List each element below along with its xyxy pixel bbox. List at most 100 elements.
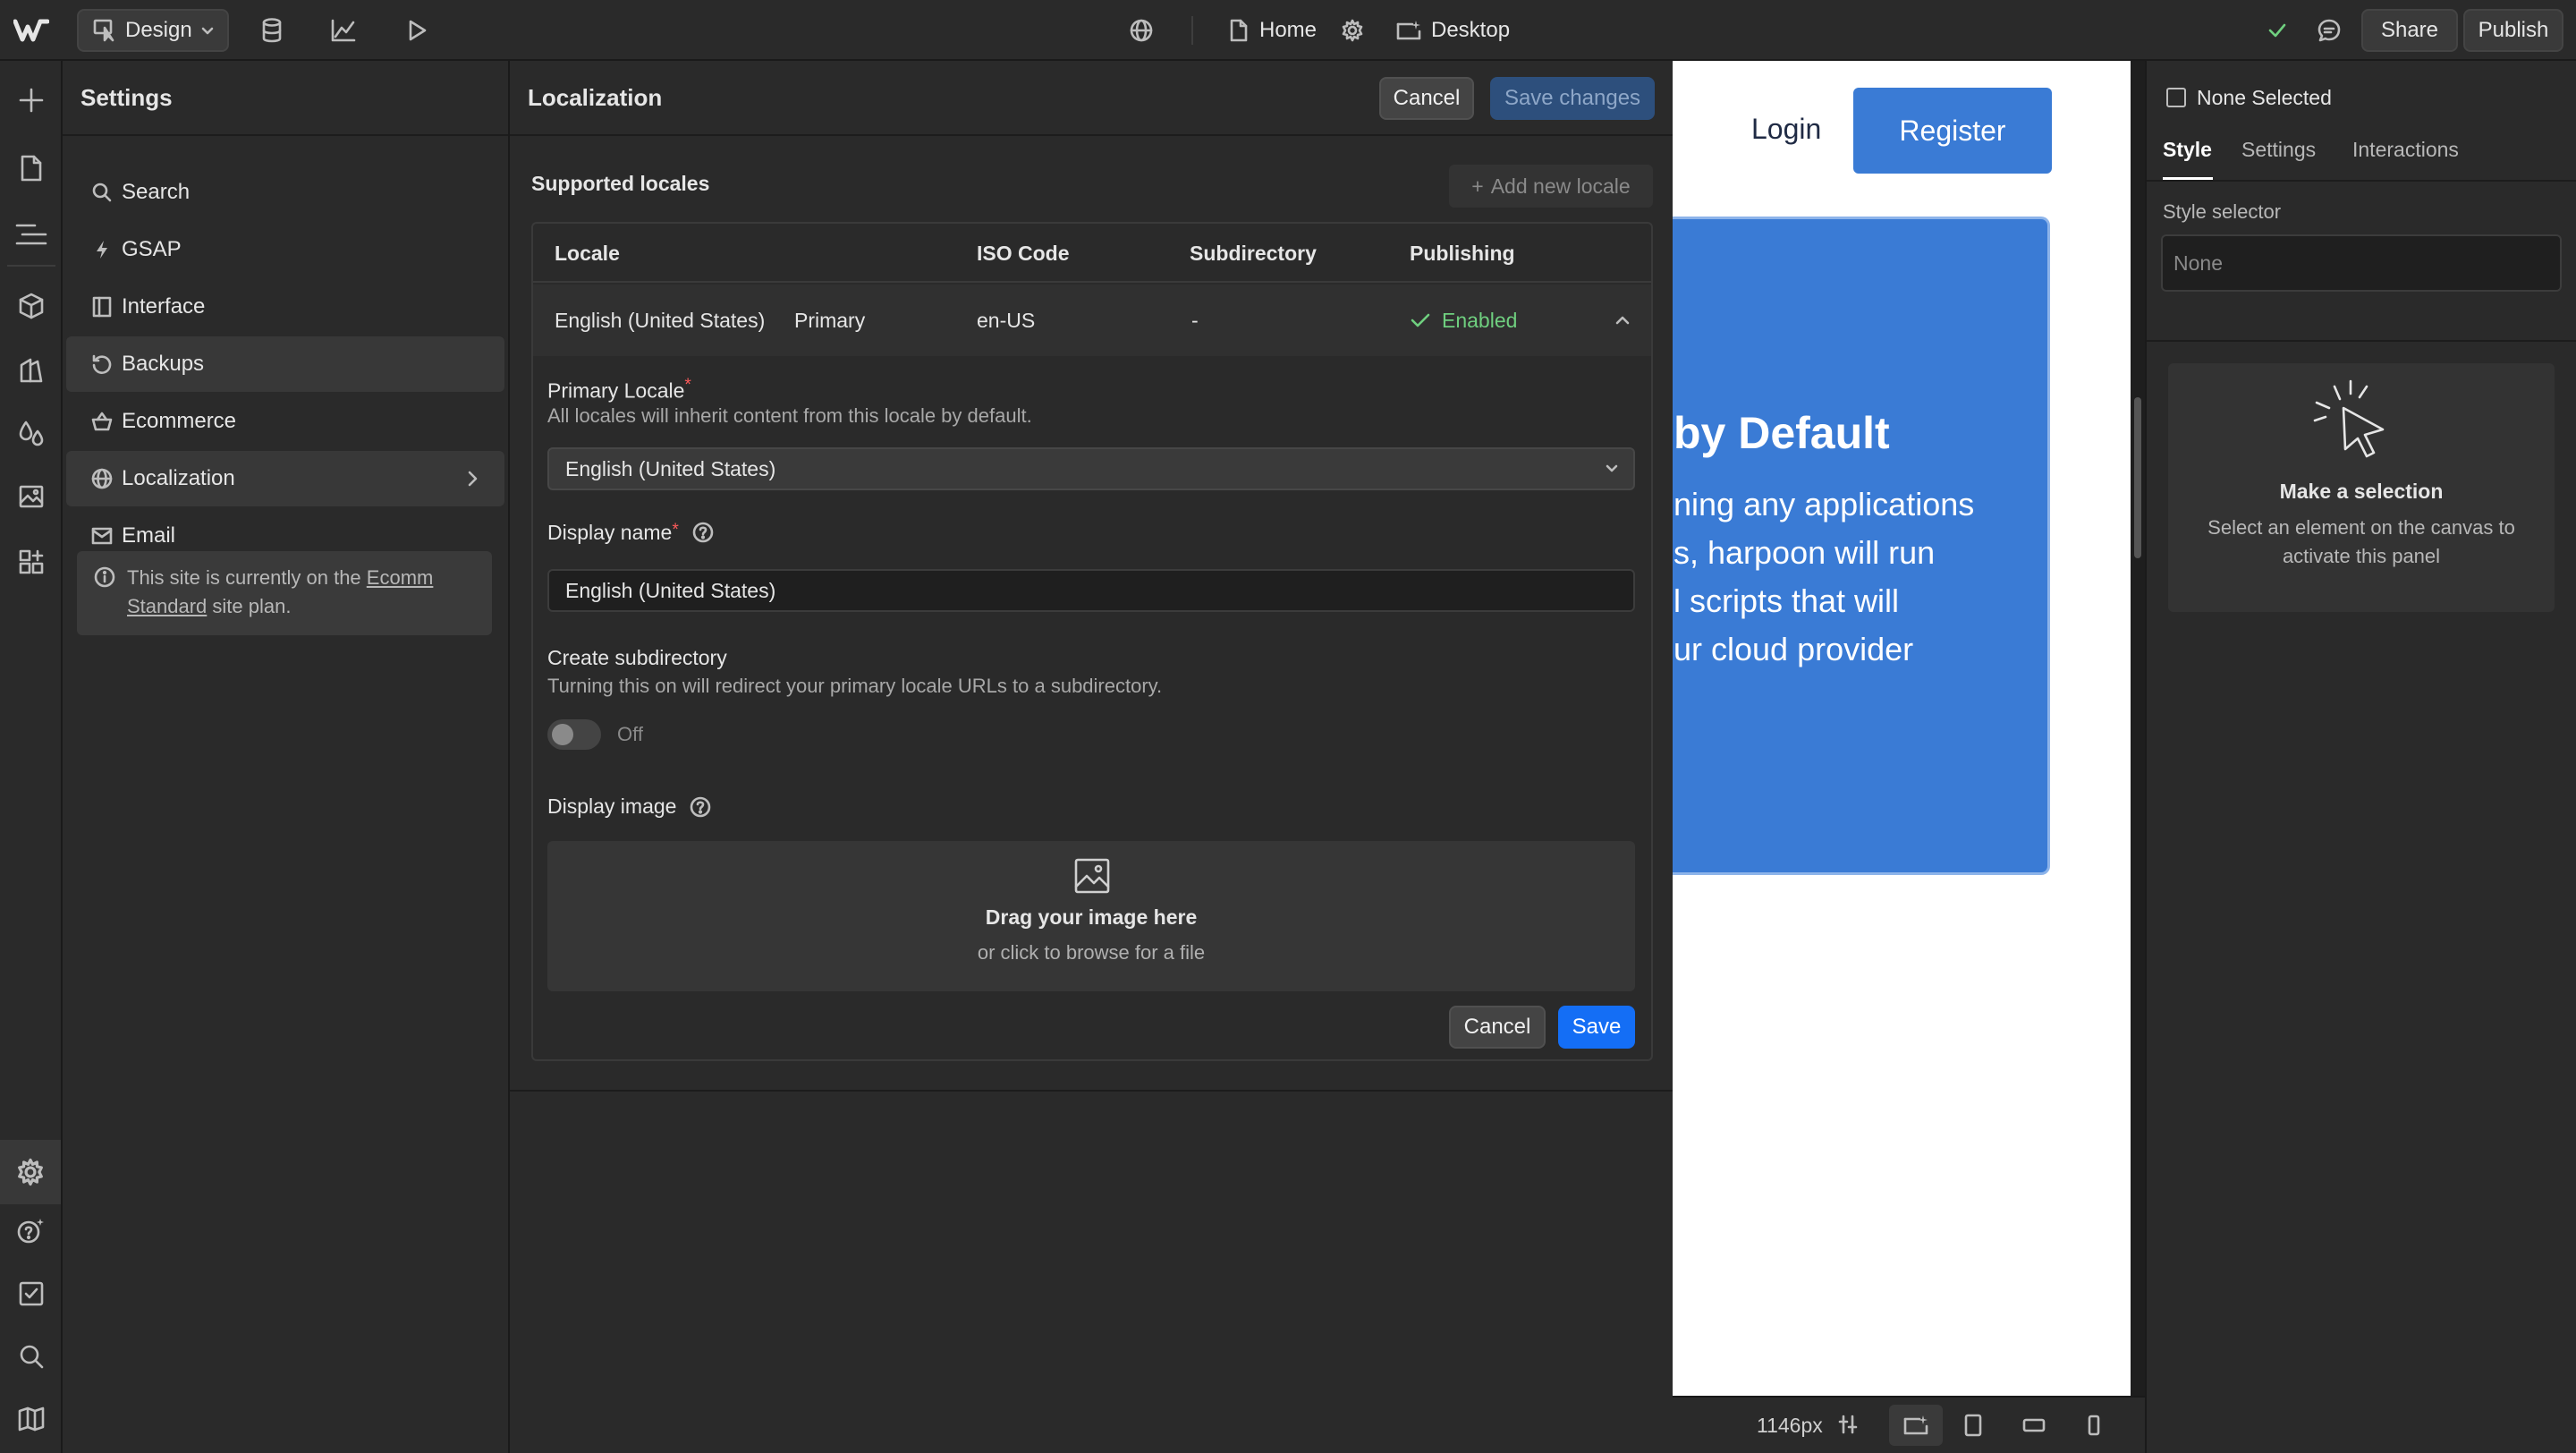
settings-gear-icon[interactable] [0,1140,61,1204]
canvas-body-line: l scripts that will [1674,582,1900,619]
create-subdirectory-label: Create subdirectory [547,646,727,669]
locales-table: Locale ISO Code Subdirectory Publishing … [531,222,1653,1061]
toggle-knob [552,724,573,745]
navigator-icon[interactable] [10,213,53,256]
form-save-button[interactable]: Save [1558,1006,1635,1049]
settings-item-interface[interactable]: Interface [66,279,504,335]
variables-icon[interactable] [10,412,53,455]
tabs-divider [2147,180,2576,182]
globe-icon[interactable] [1123,14,1159,47]
canvas-hero-body: ning any applications s, harpoon will ru… [1674,480,1974,674]
style-selector-input[interactable]: None [2161,234,2562,292]
settings-item-label: Email [122,523,176,548]
mobile-landscape-breakpoint-icon[interactable] [2016,1410,2052,1440]
plan-link-ecomm[interactable]: Ecomm [367,566,434,589]
style-selector-label: Style selector [2163,200,2282,223]
style-selector-divider [2147,340,2576,342]
add-elements-icon[interactable] [10,79,53,122]
help-ai-icon[interactable] [10,1210,53,1253]
styles-icon[interactable] [10,349,53,392]
none-selected-label: None Selected [2197,86,2332,109]
search-icon [84,183,120,202]
breakpoint-selector[interactable]: Desktop [1394,9,1519,52]
style-panel: None Selected Style Settings Interaction… [2145,61,2576,1453]
assets-icon[interactable] [10,474,53,517]
page-settings-gear-icon[interactable] [1336,14,1368,47]
help-icon[interactable] [689,795,712,819]
image-icon [1072,855,1113,896]
column-header-locale: Locale [555,241,620,265]
mobile-portrait-breakpoint-icon[interactable] [2079,1410,2109,1440]
publishing-status: Enabled [1410,285,1517,356]
topbar-divider [1191,16,1193,45]
settings-item-search[interactable]: Search [66,165,504,220]
analytics-icon[interactable] [326,14,361,47]
canvas-login-link[interactable]: Login [1751,113,1821,146]
chevron-down-icon [1603,460,1621,478]
canvas-width-readout: 1146px [1757,1414,1823,1437]
settings-item-localization[interactable]: Localization [66,451,504,506]
required-marker: * [672,521,679,540]
saved-check-icon [2261,14,2293,47]
settings-item-gsap[interactable]: GSAP [66,222,504,277]
database-icon[interactable] [254,14,290,47]
tasks-checklist-icon[interactable] [10,1272,53,1315]
mail-icon [84,527,120,545]
plan-link-standard[interactable]: Standard [127,595,207,617]
form-cancel-button[interactable]: Cancel [1449,1006,1546,1049]
localization-title: Localization [528,84,663,111]
video-tutorials-icon[interactable] [10,1398,53,1440]
publish-button[interactable]: Publish [2463,9,2563,52]
canvas-status-bar: 1146px [1673,1396,2145,1453]
none-selected-checkbox[interactable] [2166,88,2186,107]
primary-locale-select[interactable]: English (United States) [547,447,1635,490]
column-header-iso-code: ISO Code [977,241,1070,265]
tab-interactions[interactable]: Interactions [2352,138,2459,162]
subdirectory-toggle[interactable] [547,719,601,750]
components-icon[interactable] [10,285,53,327]
share-button[interactable]: Share [2361,9,2458,52]
add-new-locale-button[interactable]: + Add new locale [1449,165,1653,208]
design-mode-button[interactable]: Design [77,9,229,52]
iso-code: en-US [977,308,1036,332]
settings-item-label: Search [122,180,191,204]
publishing-status-label: Enabled [1442,308,1518,332]
tab-settings[interactable]: Settings [2241,138,2316,162]
desktop-breakpoint-icon [1394,17,1424,44]
display-name-label-text: Display name [547,521,673,544]
canvas-scrollbar[interactable] [2134,397,2141,558]
page-selector[interactable]: Home [1227,9,1327,52]
primary-locale-label-text: Primary Locale [547,378,685,403]
pages-icon[interactable] [10,147,53,190]
required-marker: * [684,376,691,395]
width-adjust-icon[interactable] [1834,1410,1862,1439]
tablet-breakpoint-icon[interactable] [1957,1410,1989,1440]
page-icon [1227,17,1250,44]
desktop-breakpoint-icon[interactable] [1889,1405,1943,1446]
settings-item-ecommerce[interactable]: Ecommerce [66,394,504,449]
style-selector-placeholder: None [2174,251,2223,275]
display-name-input[interactable]: English (United States) [547,569,1635,612]
canvas-register-button[interactable]: Register [1853,88,2052,174]
play-preview-icon[interactable] [399,14,435,47]
plus-icon: + [1471,174,1484,198]
primary-locale-label: Primary Locale* [547,376,691,404]
chevron-up-icon[interactable] [1612,310,1633,331]
apps-icon[interactable] [10,540,53,583]
tab-style[interactable]: Style [2163,138,2212,162]
settings-item-backups[interactable]: Backups [66,336,504,392]
search-icon[interactable] [10,1335,53,1378]
top-bar: Design Home Desktop Share Publish [0,0,2576,61]
table-header-row: Locale ISO Code Subdirectory Publishing [533,224,1651,283]
comments-icon[interactable] [2311,14,2347,47]
design-canvas[interactable]: Login Register by Default ning any appli… [1673,61,2131,1396]
share-label: Share [2380,18,2439,42]
cancel-button[interactable]: Cancel [1379,77,1474,120]
image-dropzone[interactable]: Drag your image here or click to browse … [547,841,1635,991]
table-row[interactable]: English (United States) Primary en-US - … [533,285,1651,356]
canvas-hero-card[interactable]: by Default ning any applications s, harp… [1673,217,2050,875]
webflow-logo-icon[interactable] [13,16,50,45]
save-changes-button[interactable]: Save changes [1490,77,1655,120]
plan-notice: This site is currently on the Ecomm Stan… [77,551,492,635]
help-icon[interactable] [691,521,715,544]
